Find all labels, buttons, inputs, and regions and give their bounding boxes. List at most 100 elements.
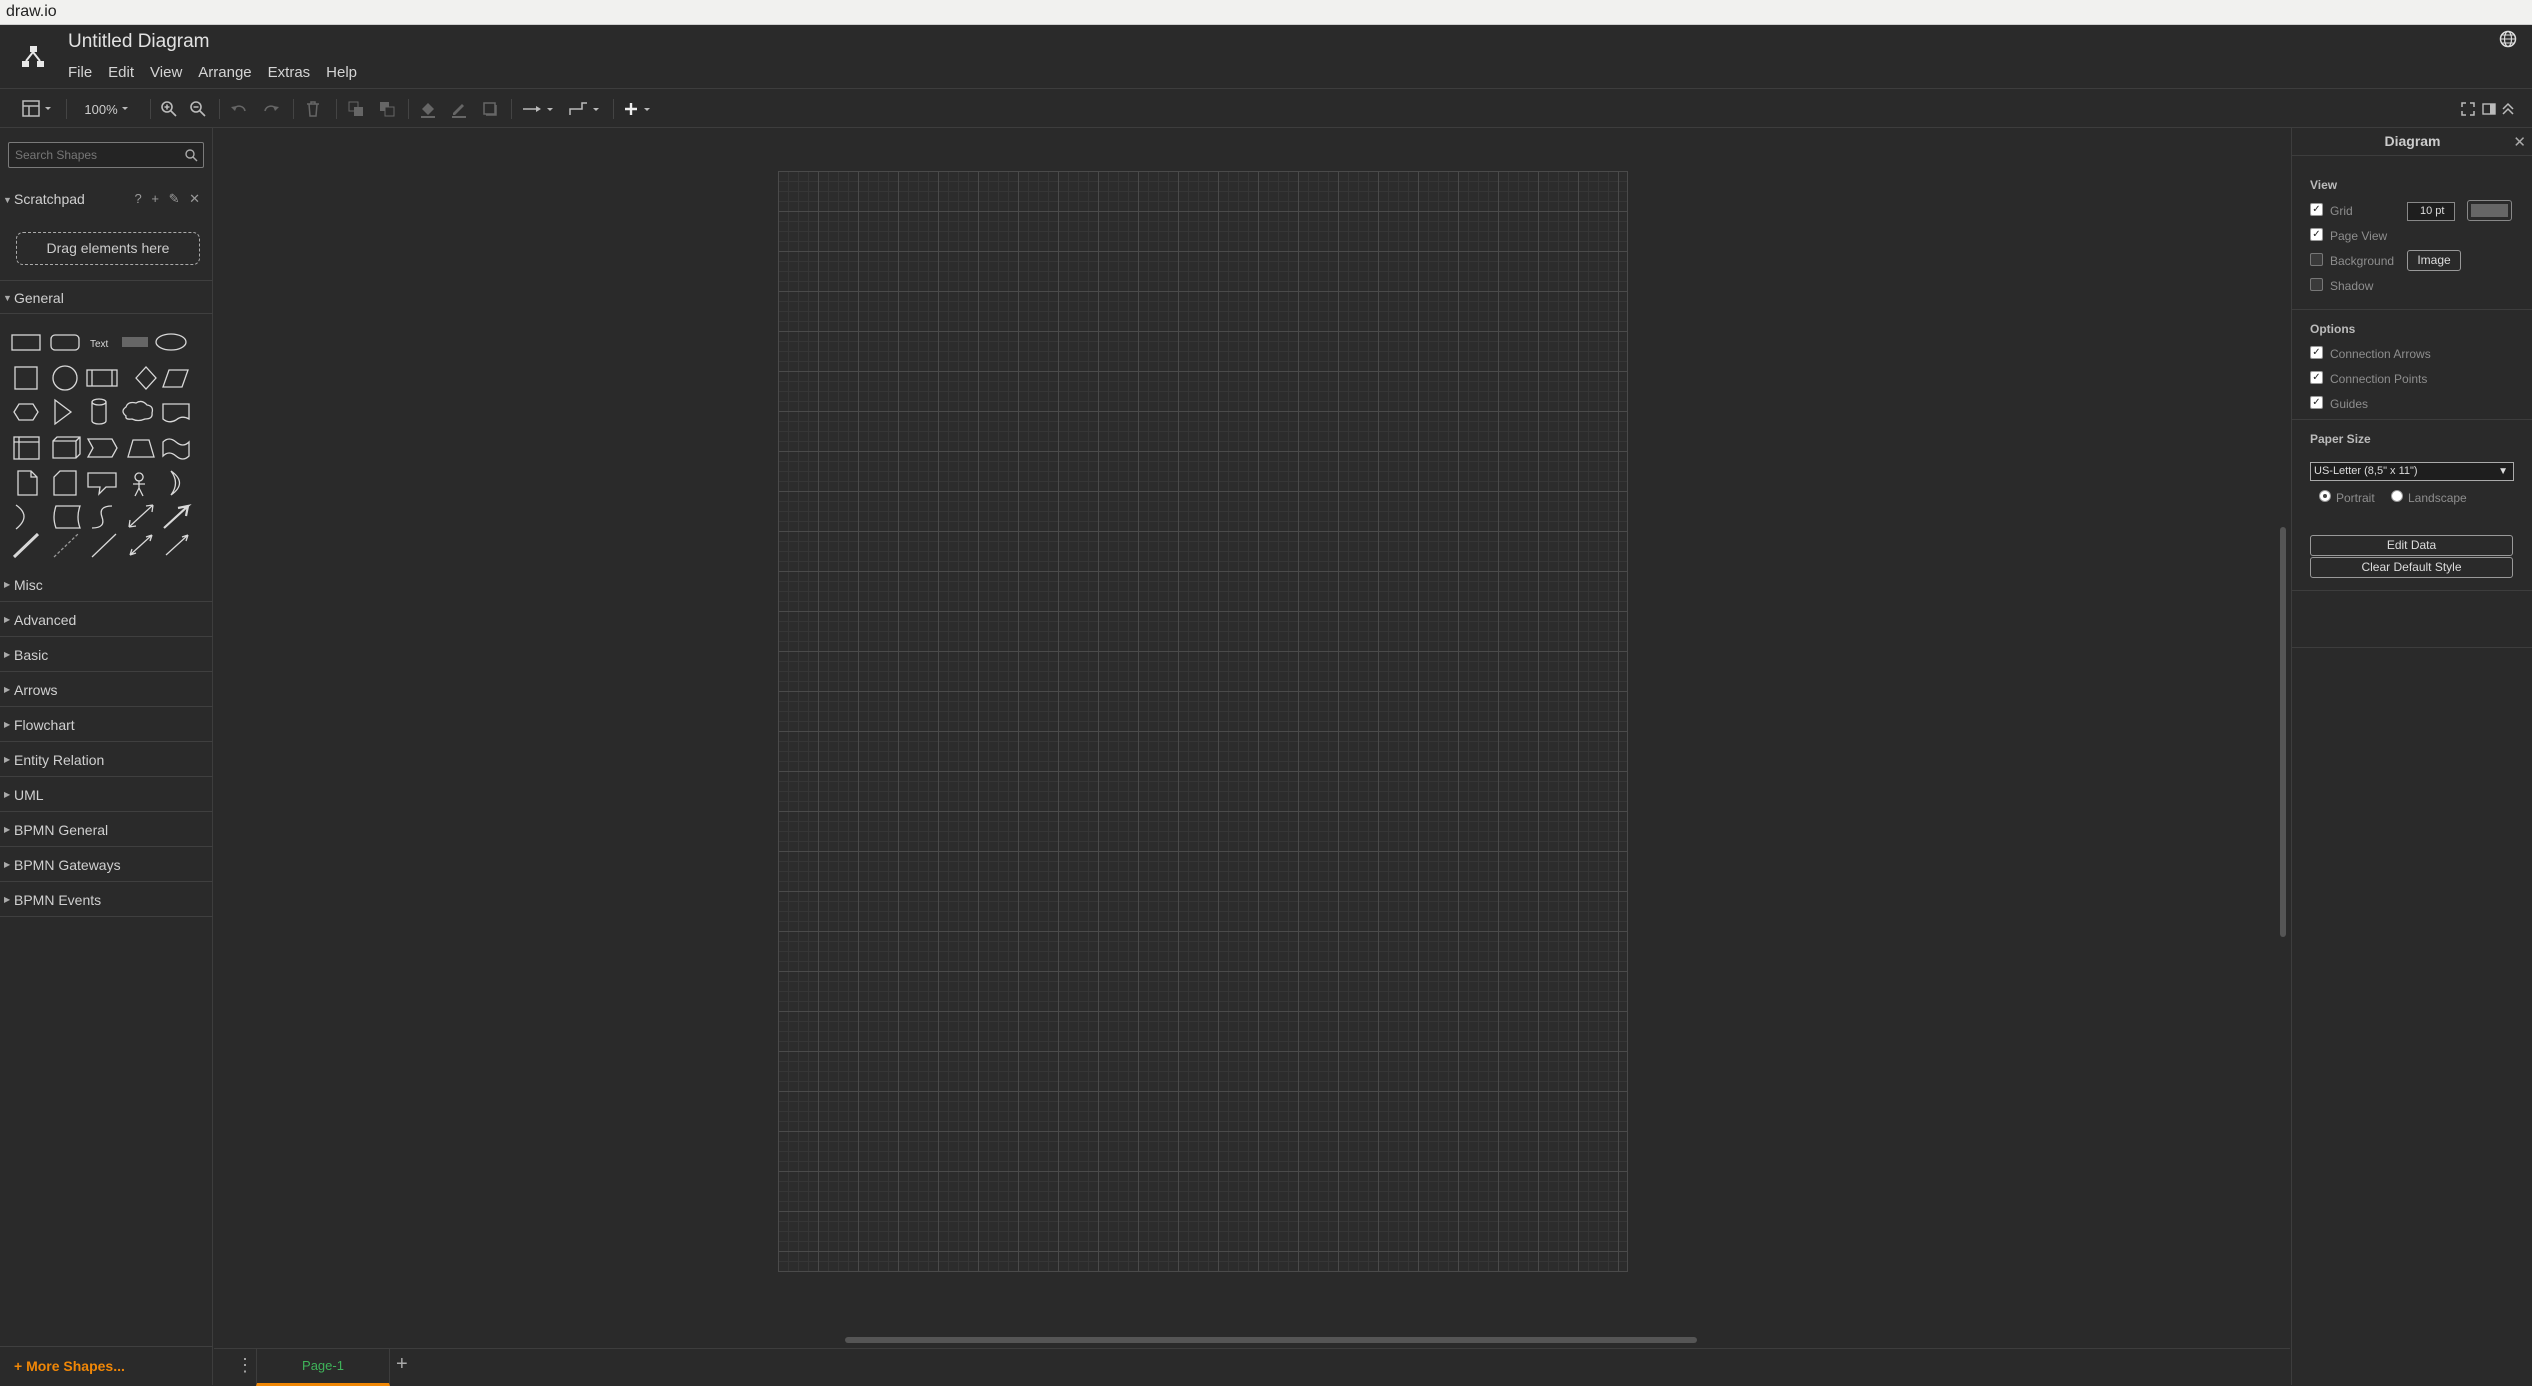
horizontal-scrollbar[interactable] [845, 1337, 1697, 1343]
section-bpmn-events[interactable]: ▶ BPMN Events [0, 883, 213, 917]
close-icon[interactable]: ✕ [2513, 133, 2526, 151]
menu-file[interactable]: File [60, 61, 100, 84]
portrait-label: Portrait [2336, 491, 2375, 505]
waypoints-button[interactable] [567, 98, 603, 120]
shape-note [17, 470, 38, 496]
scratchpad-dropzone[interactable]: Drag elements here [16, 232, 200, 265]
section-entity-relation[interactable]: ▶ Entity Relation [0, 743, 213, 777]
menu-help[interactable]: Help [318, 61, 365, 84]
shape-and [15, 504, 25, 530]
shape-line [91, 533, 117, 558]
section-bpmn-general[interactable]: ▶ BPMN General [0, 813, 213, 847]
line-color-button[interactable] [448, 98, 470, 120]
section-advanced[interactable]: ▶ Advanced [0, 603, 213, 637]
general-shapes-palette[interactable]: Text [8, 321, 208, 562]
grid-color-button[interactable] [2467, 200, 2512, 221]
background-image-button[interactable]: Image [2407, 250, 2461, 271]
drawio-logo-icon[interactable] [20, 44, 46, 70]
zoom-out-button[interactable] [187, 98, 209, 120]
connection-arrow-icon [523, 106, 553, 112]
diagram-page-grid[interactable] [778, 171, 1628, 1272]
connection-points-checkbox[interactable]: ✓ [2310, 371, 2323, 384]
menu-view[interactable]: View [142, 61, 190, 84]
connection-style-button[interactable] [521, 98, 557, 120]
scratchpad-tools[interactable]: ? + ✎ ✕ [135, 186, 203, 212]
paper-size-heading: Paper Size [2310, 432, 2371, 446]
toolbar: 100% [0, 88, 2532, 128]
zoom-select[interactable]: 100% [78, 98, 138, 120]
section-bpmn-gateways[interactable]: ▶ BPMN Gateways [0, 848, 213, 882]
background-checkbox[interactable] [2310, 253, 2323, 266]
redo-button[interactable] [260, 98, 282, 120]
format-panel-title: Diagram [2292, 128, 2532, 156]
undo-button[interactable] [228, 98, 250, 120]
window-title: draw.io [6, 3, 57, 20]
section-arrows[interactable]: ▶ Arrows [0, 673, 213, 707]
section-uml[interactable]: ▶ UML [0, 778, 213, 812]
menu-extras[interactable]: Extras [260, 61, 319, 84]
portrait-radio[interactable] [2319, 490, 2331, 502]
shape-triangle [54, 398, 73, 426]
connection-arrows-checkbox[interactable]: ✓ [2310, 346, 2323, 359]
shape-hexagon [13, 403, 39, 421]
format-toggle-button[interactable] [2479, 98, 2499, 120]
fill-color-button[interactable] [417, 98, 439, 120]
shadow-checkbox[interactable] [2310, 278, 2323, 291]
add-page-button[interactable]: + [396, 1353, 408, 1376]
guides-checkbox[interactable]: ✓ [2310, 396, 2323, 409]
section-misc[interactable]: ▶ Misc [0, 568, 213, 602]
paper-size-select[interactable]: US-Letter (8,5" x 11") ▼ [2310, 462, 2514, 481]
grid-checkbox[interactable]: ✓ [2310, 203, 2323, 216]
shape-trapezoid [127, 439, 155, 458]
format-panel: Diagram ✕ View ✓ Grid ✓ Page View Backgr… [2291, 128, 2532, 1385]
fullscreen-button[interactable] [2458, 98, 2478, 120]
vertical-scrollbar[interactable] [2280, 527, 2286, 937]
shape-bidirectional-arrow [128, 504, 154, 528]
zoom-in-button[interactable] [158, 98, 180, 120]
page-view-checkbox[interactable]: ✓ [2310, 228, 2323, 241]
diagram-canvas[interactable] [214, 128, 2290, 1348]
background-label: Background [2330, 254, 2395, 268]
shape-directional-line [165, 534, 189, 556]
to-front-button[interactable] [345, 98, 367, 120]
search-icon[interactable] [184, 148, 198, 162]
shape-callout [87, 472, 117, 496]
shadow-button[interactable] [479, 98, 501, 120]
search-input[interactable] [9, 143, 175, 167]
shape-text: Text [90, 339, 109, 350]
shape-double-arrow-line [129, 534, 153, 556]
clear-default-style-button[interactable]: Clear Default Style [2310, 557, 2513, 578]
language-globe-icon[interactable] [2498, 29, 2518, 49]
collapse-button[interactable] [2498, 98, 2518, 120]
shape-square [14, 366, 38, 390]
shape-tape [162, 438, 190, 460]
general-label: General [14, 290, 64, 306]
shape-internal-storage [13, 436, 40, 460]
window-titlebar: draw.io [0, 0, 2532, 25]
landscape-radio[interactable] [2391, 490, 2403, 502]
edit-data-button[interactable]: Edit Data [2310, 535, 2513, 556]
to-back-button[interactable] [376, 98, 398, 120]
document-title[interactable]: Untitled Diagram [68, 31, 210, 53]
general-section-header[interactable]: ▼ General [0, 280, 213, 314]
grid-size-input[interactable]: 10 pt [2407, 202, 2455, 221]
shape-arrow [163, 504, 192, 529]
delete-button[interactable] [302, 98, 324, 120]
section-basic[interactable]: ▶ Basic [0, 638, 213, 672]
shapes-sidebar: ▼ Scratchpad ? + ✎ ✕ Drag elements here … [0, 128, 213, 1385]
section-flowchart[interactable]: ▶ Flowchart [0, 708, 213, 742]
more-shapes-button[interactable]: + More Shapes... [0, 1346, 213, 1385]
pages-menu-icon[interactable]: ⋮ [236, 1355, 254, 1376]
menu-edit[interactable]: Edit [100, 61, 142, 84]
view-section: View ✓ Grid ✓ Page View Background Image… [2292, 156, 2532, 310]
page-tab[interactable]: Page-1 [256, 1349, 390, 1386]
shape-rounded-rectangle [50, 334, 80, 351]
shape-or [170, 470, 181, 496]
scratchpad-header[interactable]: ▼ Scratchpad ? + ✎ ✕ [0, 186, 213, 212]
insert-button[interactable] [622, 98, 656, 120]
grid-label: Grid [2330, 204, 2353, 218]
format-panel-toggle-button[interactable] [20, 98, 56, 120]
zoom-in-icon [161, 101, 177, 117]
shape-curve [91, 505, 113, 529]
menu-arrange[interactable]: Arrange [190, 61, 259, 84]
